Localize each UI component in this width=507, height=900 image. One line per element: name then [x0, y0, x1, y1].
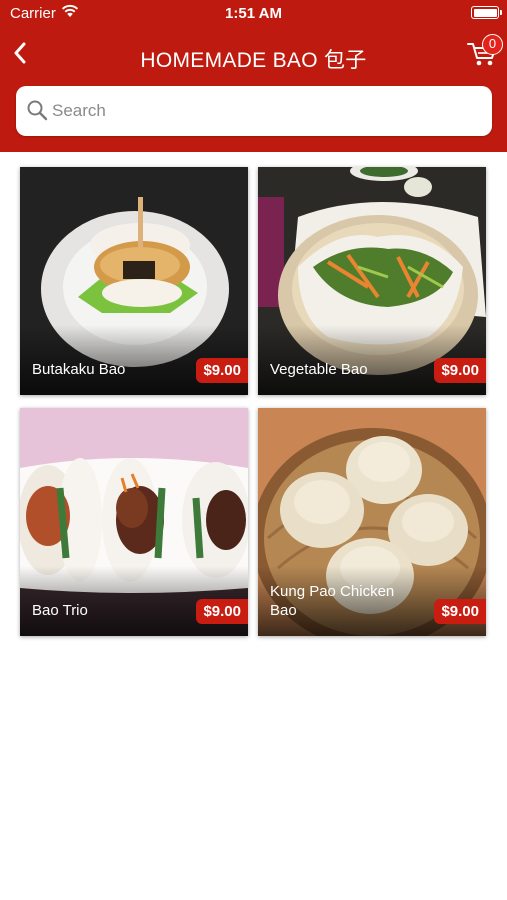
product-price: $9.00	[196, 358, 248, 383]
product-card-bao-trio[interactable]: Bao Trio $9.00	[20, 408, 248, 636]
status-bar: Carrier 1:51 AM	[0, 0, 507, 28]
product-name: Vegetable Bao	[270, 361, 368, 378]
product-price: $9.00	[196, 599, 248, 624]
cart-count-badge: 0	[482, 34, 503, 55]
product-price: $9.00	[434, 358, 486, 383]
status-time: 1:51 AM	[225, 5, 282, 22]
search-bar[interactable]	[16, 86, 492, 136]
product-card-kung-pao-chicken-bao[interactable]: Kung Pao Chicken Bao $9.00	[258, 408, 486, 636]
product-card-vegetable-bao[interactable]: Vegetable Bao $9.00	[258, 167, 486, 395]
product-name: Butakaku Bao	[32, 361, 126, 378]
page-title: HOMEMADE BAO 包子	[140, 49, 367, 72]
battery-icon	[471, 6, 502, 19]
search-icon	[26, 99, 48, 126]
product-price: $9.00	[434, 599, 486, 624]
product-card-butakaku-bao[interactable]: Butakaku Bao $9.00	[20, 167, 248, 395]
product-name: Kung Pao Chicken Bao	[270, 583, 395, 619]
app-header: Carrier 1:51 AM HOMEMADE BAO 包子 0 Search	[0, 0, 507, 152]
product-name: Bao Trio	[32, 602, 88, 619]
search-input[interactable]	[52, 96, 472, 126]
nav-bar: HOMEMADE BAO 包子	[0, 28, 507, 82]
